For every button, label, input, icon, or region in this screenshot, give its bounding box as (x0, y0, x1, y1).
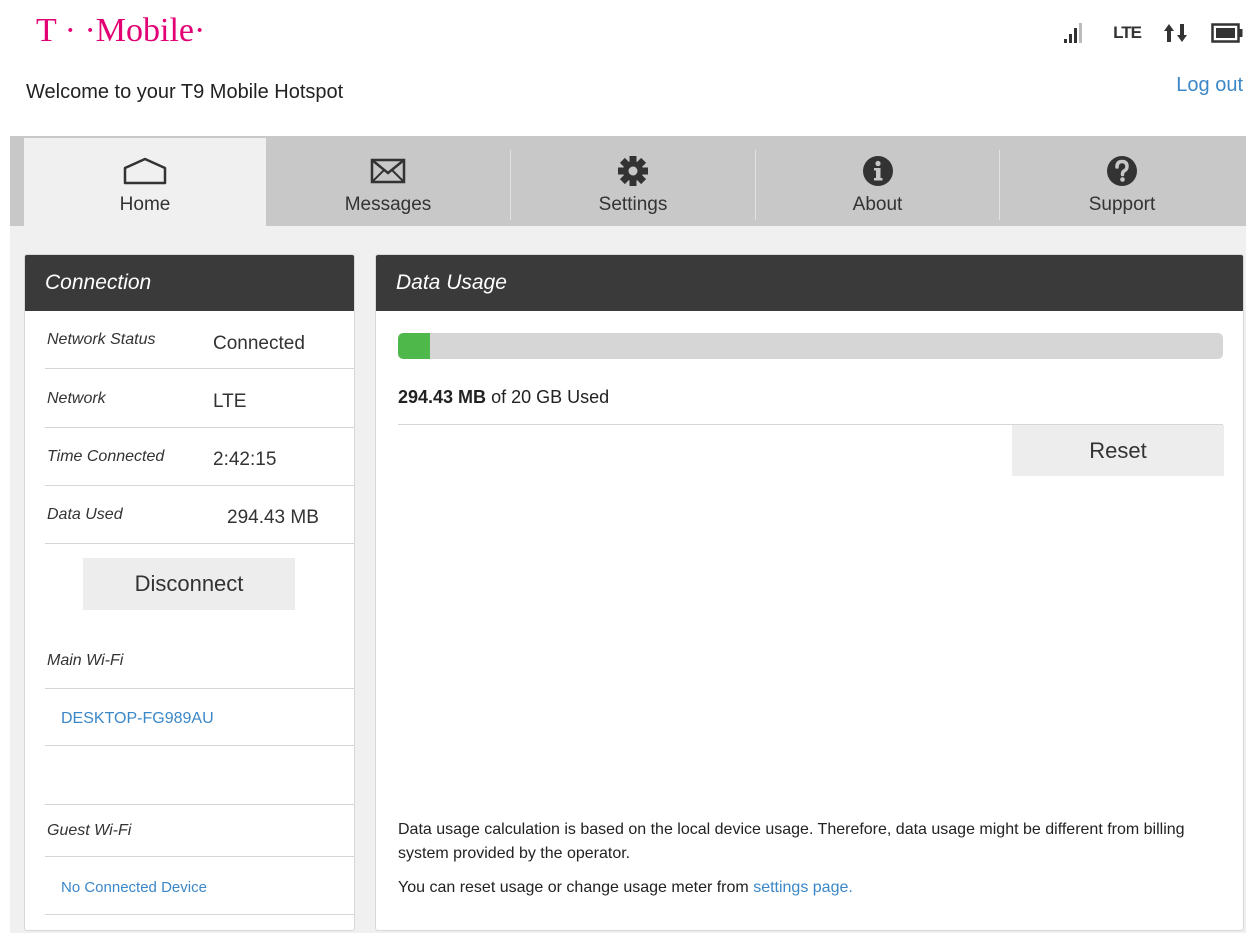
home-icon (122, 154, 168, 188)
data-usage-of-text: of 20 GB Used (486, 387, 610, 407)
status-bar: LTE (1063, 22, 1243, 44)
data-usage-progress-bar (398, 333, 1223, 359)
tab-home-label: Home (119, 194, 171, 215)
guest-wifi-device-text: No Connected Device (61, 879, 207, 896)
signal-bars-icon (1063, 22, 1089, 44)
connection-row-value: 294.43 MB (227, 507, 319, 528)
tab-messages-label: Messages (344, 194, 432, 215)
connection-panel-title: Connection (25, 255, 354, 311)
t-mobile-logo: T · ·Mobile· (36, 12, 206, 49)
welcome-text: Welcome to your T9 Mobile Hotspot (26, 81, 344, 103)
data-usage-progress-fill (398, 333, 430, 359)
connection-row-label: Data Used (47, 506, 123, 523)
connection-row-label: Network (47, 390, 106, 407)
data-usage-summary: 294.43 MB of 20 GB Used (398, 387, 609, 408)
data-usage-note: Data usage calculation is based on the l… (398, 821, 1185, 862)
connection-row-data-used: Data Used 294.43 MB (45, 486, 354, 544)
up-down-arrows-icon (1163, 22, 1189, 44)
network-type-indicator: LTE (1113, 23, 1142, 42)
main-wifi-device-link[interactable]: DESKTOP-FG989AU (61, 710, 214, 728)
connection-row-network-status: Network Status Connected (45, 311, 354, 369)
data-usage-note-reset-text: You can reset usage or change usage mete… (398, 879, 754, 896)
tab-messages[interactable]: Messages (266, 136, 510, 226)
tab-settings[interactable]: Settings (511, 136, 755, 226)
connection-row-label: Time Connected (47, 448, 165, 465)
connection-row-value: 2:42:15 (213, 449, 277, 470)
tab-about[interactable]: About (756, 136, 999, 226)
tab-support-label: Support (1088, 194, 1156, 215)
logout-link[interactable]: Log out (1176, 74, 1243, 97)
question-icon (1105, 154, 1139, 188)
tab-home[interactable]: Home (24, 138, 266, 226)
main-wifi-label: Main Wi-Fi (47, 652, 124, 669)
connection-panel: Connection Network Status Connected Netw… (24, 254, 355, 931)
connection-row-network: Network LTE (45, 370, 354, 428)
main-nav-tabs: Home Messages Settings About Support (10, 136, 1246, 226)
gear-icon (616, 154, 650, 188)
data-usage-panel-title: Data Usage (376, 255, 1243, 311)
connection-row-value: Connected (213, 333, 305, 354)
reset-button[interactable]: Reset (1012, 425, 1224, 476)
tab-about-label: About (852, 194, 903, 215)
disconnect-button[interactable]: Disconnect (83, 558, 295, 610)
data-usage-panel: Data Usage 294.43 MB of 20 GB Used Reset… (375, 254, 1244, 931)
connection-row-value: LTE (213, 391, 247, 412)
envelope-icon (370, 154, 406, 188)
settings-page-link[interactable]: settings page. (753, 879, 853, 896)
tab-settings-label: Settings (598, 194, 668, 215)
guest-wifi-label: Guest Wi-Fi (47, 822, 132, 839)
info-icon (861, 154, 895, 188)
data-usage-note-reset: You can reset usage or change usage mete… (398, 879, 853, 897)
connection-row-time-connected: Time Connected 2:42:15 (45, 428, 354, 486)
tab-support[interactable]: Support (1000, 136, 1244, 226)
connection-row-label: Network Status (47, 331, 156, 348)
battery-icon (1211, 22, 1243, 44)
data-used-amount: 294.43 MB (398, 387, 487, 407)
